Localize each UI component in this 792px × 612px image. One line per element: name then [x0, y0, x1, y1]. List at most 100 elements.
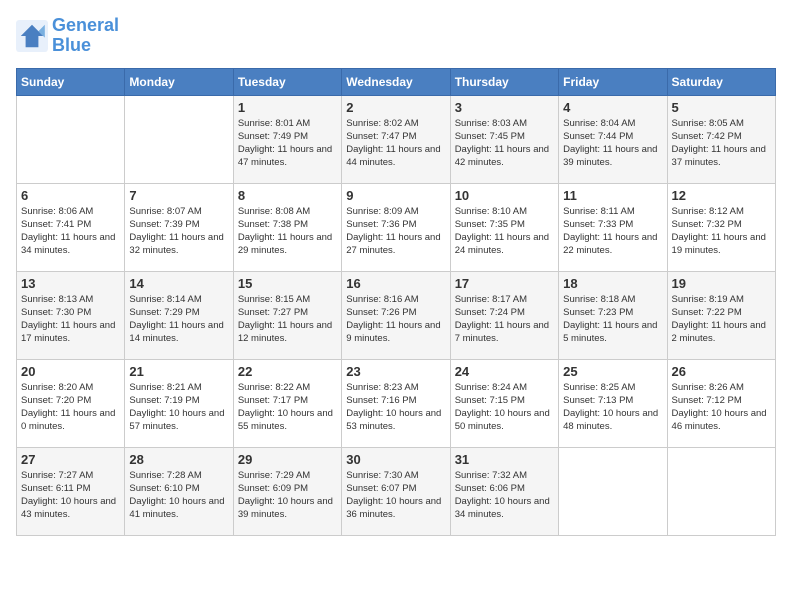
day-number: 25: [563, 364, 662, 379]
page-header: General Blue: [16, 16, 776, 56]
day-info: Sunrise: 8:15 AMSunset: 7:27 PMDaylight:…: [238, 293, 337, 346]
day-info: Sunrise: 7:27 AMSunset: 6:11 PMDaylight:…: [21, 469, 120, 522]
day-number: 2: [346, 100, 445, 115]
day-number: 3: [455, 100, 554, 115]
day-number: 13: [21, 276, 120, 291]
calendar-cell: 15 Sunrise: 8:15 AMSunset: 7:27 PMDaylig…: [233, 271, 341, 359]
calendar-cell: 4 Sunrise: 8:04 AMSunset: 7:44 PMDayligh…: [559, 95, 667, 183]
day-info: Sunrise: 8:26 AMSunset: 7:12 PMDaylight:…: [672, 381, 771, 434]
day-number: 27: [21, 452, 120, 467]
calendar-cell: 27 Sunrise: 7:27 AMSunset: 6:11 PMDaylig…: [17, 447, 125, 535]
day-info: Sunrise: 8:06 AMSunset: 7:41 PMDaylight:…: [21, 205, 120, 258]
calendar-cell: 28 Sunrise: 7:28 AMSunset: 6:10 PMDaylig…: [125, 447, 233, 535]
day-number: 23: [346, 364, 445, 379]
day-info: Sunrise: 8:04 AMSunset: 7:44 PMDaylight:…: [563, 117, 662, 170]
day-number: 29: [238, 452, 337, 467]
day-info: Sunrise: 8:19 AMSunset: 7:22 PMDaylight:…: [672, 293, 771, 346]
calendar-cell: 20 Sunrise: 8:20 AMSunset: 7:20 PMDaylig…: [17, 359, 125, 447]
calendar-cell: 1 Sunrise: 8:01 AMSunset: 7:49 PMDayligh…: [233, 95, 341, 183]
calendar-cell: 24 Sunrise: 8:24 AMSunset: 7:15 PMDaylig…: [450, 359, 558, 447]
day-number: 11: [563, 188, 662, 203]
calendar-cell: 29 Sunrise: 7:29 AMSunset: 6:09 PMDaylig…: [233, 447, 341, 535]
column-header-tuesday: Tuesday: [233, 68, 341, 95]
logo-icon: [16, 20, 48, 52]
day-info: Sunrise: 8:16 AMSunset: 7:26 PMDaylight:…: [346, 293, 445, 346]
day-info: Sunrise: 8:10 AMSunset: 7:35 PMDaylight:…: [455, 205, 554, 258]
day-number: 30: [346, 452, 445, 467]
day-number: 26: [672, 364, 771, 379]
column-header-thursday: Thursday: [450, 68, 558, 95]
logo: General Blue: [16, 16, 119, 56]
day-number: 20: [21, 364, 120, 379]
calendar-cell: 6 Sunrise: 8:06 AMSunset: 7:41 PMDayligh…: [17, 183, 125, 271]
day-info: Sunrise: 8:18 AMSunset: 7:23 PMDaylight:…: [563, 293, 662, 346]
calendar-cell: 25 Sunrise: 8:25 AMSunset: 7:13 PMDaylig…: [559, 359, 667, 447]
day-number: 17: [455, 276, 554, 291]
day-info: Sunrise: 8:09 AMSunset: 7:36 PMDaylight:…: [346, 205, 445, 258]
day-number: 21: [129, 364, 228, 379]
day-info: Sunrise: 8:08 AMSunset: 7:38 PMDaylight:…: [238, 205, 337, 258]
day-info: Sunrise: 8:24 AMSunset: 7:15 PMDaylight:…: [455, 381, 554, 434]
calendar-cell: 7 Sunrise: 8:07 AMSunset: 7:39 PMDayligh…: [125, 183, 233, 271]
column-header-sunday: Sunday: [17, 68, 125, 95]
day-info: Sunrise: 7:30 AMSunset: 6:07 PMDaylight:…: [346, 469, 445, 522]
day-number: 9: [346, 188, 445, 203]
day-number: 4: [563, 100, 662, 115]
calendar-cell: 23 Sunrise: 8:23 AMSunset: 7:16 PMDaylig…: [342, 359, 450, 447]
day-number: 16: [346, 276, 445, 291]
column-header-friday: Friday: [559, 68, 667, 95]
day-number: 1: [238, 100, 337, 115]
calendar-cell: 2 Sunrise: 8:02 AMSunset: 7:47 PMDayligh…: [342, 95, 450, 183]
day-info: Sunrise: 8:14 AMSunset: 7:29 PMDaylight:…: [129, 293, 228, 346]
day-number: 7: [129, 188, 228, 203]
day-info: Sunrise: 8:02 AMSunset: 7:47 PMDaylight:…: [346, 117, 445, 170]
day-number: 6: [21, 188, 120, 203]
day-number: 28: [129, 452, 228, 467]
calendar-cell: 13 Sunrise: 8:13 AMSunset: 7:30 PMDaylig…: [17, 271, 125, 359]
day-info: Sunrise: 8:25 AMSunset: 7:13 PMDaylight:…: [563, 381, 662, 434]
day-info: Sunrise: 8:23 AMSunset: 7:16 PMDaylight:…: [346, 381, 445, 434]
calendar-cell: [667, 447, 775, 535]
calendar-cell: 3 Sunrise: 8:03 AMSunset: 7:45 PMDayligh…: [450, 95, 558, 183]
day-info: Sunrise: 8:13 AMSunset: 7:30 PMDaylight:…: [21, 293, 120, 346]
calendar-cell: 9 Sunrise: 8:09 AMSunset: 7:36 PMDayligh…: [342, 183, 450, 271]
day-number: 8: [238, 188, 337, 203]
calendar-table: SundayMondayTuesdayWednesdayThursdayFrid…: [16, 68, 776, 536]
calendar-cell: 19 Sunrise: 8:19 AMSunset: 7:22 PMDaylig…: [667, 271, 775, 359]
day-info: Sunrise: 8:17 AMSunset: 7:24 PMDaylight:…: [455, 293, 554, 346]
calendar-cell: 22 Sunrise: 8:22 AMSunset: 7:17 PMDaylig…: [233, 359, 341, 447]
calendar-cell: 8 Sunrise: 8:08 AMSunset: 7:38 PMDayligh…: [233, 183, 341, 271]
day-info: Sunrise: 8:20 AMSunset: 7:20 PMDaylight:…: [21, 381, 120, 434]
calendar-cell: 11 Sunrise: 8:11 AMSunset: 7:33 PMDaylig…: [559, 183, 667, 271]
column-header-wednesday: Wednesday: [342, 68, 450, 95]
day-number: 5: [672, 100, 771, 115]
day-info: Sunrise: 8:03 AMSunset: 7:45 PMDaylight:…: [455, 117, 554, 170]
day-number: 12: [672, 188, 771, 203]
calendar-cell: [17, 95, 125, 183]
calendar-cell: 14 Sunrise: 8:14 AMSunset: 7:29 PMDaylig…: [125, 271, 233, 359]
day-info: Sunrise: 8:05 AMSunset: 7:42 PMDaylight:…: [672, 117, 771, 170]
calendar-cell: [125, 95, 233, 183]
day-info: Sunrise: 8:01 AMSunset: 7:49 PMDaylight:…: [238, 117, 337, 170]
calendar-cell: 10 Sunrise: 8:10 AMSunset: 7:35 PMDaylig…: [450, 183, 558, 271]
calendar-cell: [559, 447, 667, 535]
calendar-cell: 16 Sunrise: 8:16 AMSunset: 7:26 PMDaylig…: [342, 271, 450, 359]
calendar-cell: 18 Sunrise: 8:18 AMSunset: 7:23 PMDaylig…: [559, 271, 667, 359]
day-info: Sunrise: 8:21 AMSunset: 7:19 PMDaylight:…: [129, 381, 228, 434]
calendar-cell: 31 Sunrise: 7:32 AMSunset: 6:06 PMDaylig…: [450, 447, 558, 535]
logo-text: General Blue: [52, 16, 119, 56]
day-info: Sunrise: 8:11 AMSunset: 7:33 PMDaylight:…: [563, 205, 662, 258]
day-number: 22: [238, 364, 337, 379]
day-number: 18: [563, 276, 662, 291]
day-number: 31: [455, 452, 554, 467]
column-header-saturday: Saturday: [667, 68, 775, 95]
day-info: Sunrise: 7:28 AMSunset: 6:10 PMDaylight:…: [129, 469, 228, 522]
day-info: Sunrise: 8:12 AMSunset: 7:32 PMDaylight:…: [672, 205, 771, 258]
day-number: 19: [672, 276, 771, 291]
calendar-cell: 12 Sunrise: 8:12 AMSunset: 7:32 PMDaylig…: [667, 183, 775, 271]
day-info: Sunrise: 7:32 AMSunset: 6:06 PMDaylight:…: [455, 469, 554, 522]
day-info: Sunrise: 8:07 AMSunset: 7:39 PMDaylight:…: [129, 205, 228, 258]
day-number: 15: [238, 276, 337, 291]
day-number: 24: [455, 364, 554, 379]
calendar-cell: 5 Sunrise: 8:05 AMSunset: 7:42 PMDayligh…: [667, 95, 775, 183]
